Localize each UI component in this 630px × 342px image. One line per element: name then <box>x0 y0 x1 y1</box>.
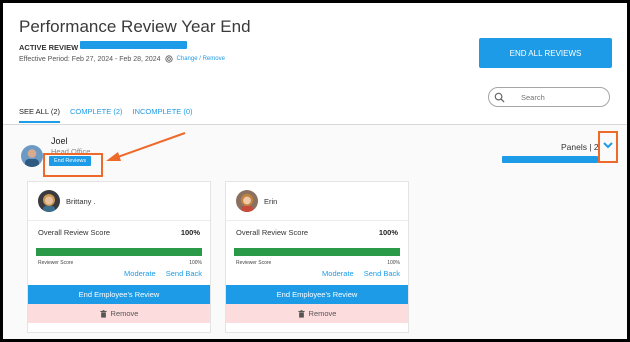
search-input[interactable] <box>519 91 593 103</box>
reviewer-card: Erin Overall Review Score 100% Reviewer … <box>225 181 409 333</box>
screenshot-frame: Performance Review Year End ACTIVE REVIE… <box>0 0 630 342</box>
trash-icon <box>99 309 107 318</box>
reviewer-name: Brittany . <box>66 196 96 206</box>
link-separator: / <box>199 56 201 62</box>
overall-score-value: 100% <box>180 228 200 237</box>
overall-score-value: 100% <box>378 228 398 237</box>
overall-score-bar <box>234 248 400 256</box>
reviewer-card: Brittany . Overall Review Score 100% Rev… <box>27 181 211 333</box>
employee-name: Joel <box>51 136 68 146</box>
change-link[interactable]: Change <box>177 56 198 62</box>
reviewer-avatar <box>38 190 60 212</box>
moderate-link[interactable]: Moderate <box>124 269 156 278</box>
panels-redacted-bar <box>502 156 598 163</box>
overall-score-label: Overall Review Score <box>38 228 111 237</box>
period-text: Effective Period: Feb 27, 2024 - Feb 28,… <box>19 55 161 63</box>
effective-period: Effective Period: Feb 27, 2024 - Feb 28,… <box>19 55 225 63</box>
active-review-label: ACTIVE REVIEW <box>19 43 79 52</box>
overall-score-fill <box>234 248 400 256</box>
remove-link[interactable]: Remove <box>203 56 225 62</box>
tab-incomplete[interactable]: INCOMPLETE (0) <box>133 107 193 123</box>
chevron-down-icon[interactable] <box>602 140 614 150</box>
reviewer-card-header: Brittany . <box>28 182 210 221</box>
overall-score-label: Overall Review Score <box>236 228 309 237</box>
send-back-link[interactable]: Send Back <box>166 269 202 278</box>
history-icon[interactable] <box>164 55 173 63</box>
card-actions: Moderate Send Back <box>124 269 202 278</box>
reviewer-score-label: Reviewer Score <box>38 260 74 266</box>
card-actions: Moderate Send Back <box>322 269 400 278</box>
employee-avatar <box>21 145 43 167</box>
reviewer-avatar <box>236 190 258 212</box>
highlight-box <box>43 153 103 177</box>
reviewer-score-value: 100% <box>189 260 202 266</box>
reviewer-name: Erin <box>264 196 278 206</box>
active-review-redacted-bar <box>80 41 187 49</box>
tab-see-all[interactable]: SEE ALL (2) <box>19 107 60 123</box>
trash-icon <box>297 309 305 318</box>
moderate-link[interactable]: Moderate <box>322 269 354 278</box>
tab-complete[interactable]: COMPLETE (2) <box>70 107 123 123</box>
panels-count: Panels | 2 <box>561 142 599 152</box>
remove-reviewer-button[interactable]: Remove <box>28 304 210 323</box>
reviewer-score-value: 100% <box>387 260 400 266</box>
remove-reviewer-button[interactable]: Remove <box>226 304 408 323</box>
remove-label: Remove <box>110 309 139 318</box>
end-employee-review-button[interactable]: End Employee's Review <box>226 285 408 304</box>
review-tabs: SEE ALL (2) COMPLETE (2) INCOMPLETE (0) <box>19 107 193 123</box>
end-all-reviews-button[interactable]: END ALL REVIEWS <box>479 38 612 68</box>
overall-score-fill <box>36 248 202 256</box>
review-page: Performance Review Year End ACTIVE REVIE… <box>3 3 627 339</box>
search-icon <box>489 92 509 103</box>
reviewer-card-header: Erin <box>226 182 408 221</box>
page-title: Performance Review Year End <box>19 17 251 36</box>
reviewer-score-label: Reviewer Score <box>236 260 272 266</box>
overall-score-bar <box>36 248 202 256</box>
send-back-link[interactable]: Send Back <box>364 269 400 278</box>
remove-label: Remove <box>308 309 337 318</box>
annotation-arrow-icon <box>106 132 186 161</box>
search-box[interactable] <box>488 87 610 107</box>
end-employee-review-button[interactable]: End Employee's Review <box>28 285 210 304</box>
